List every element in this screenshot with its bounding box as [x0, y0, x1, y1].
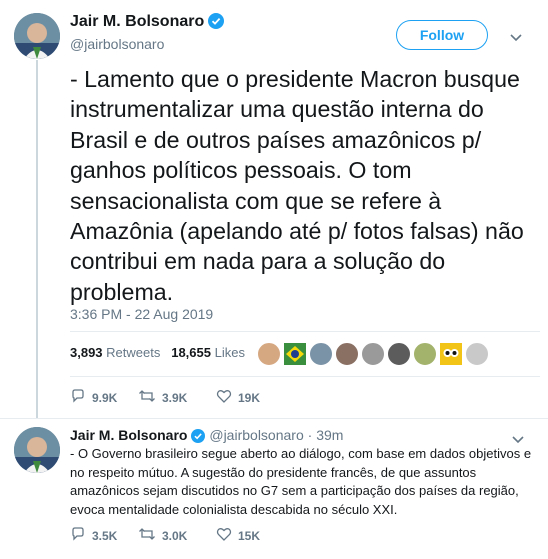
liker-avatar[interactable] — [387, 342, 411, 366]
retweet-button[interactable]: 3.0K — [138, 526, 187, 545]
heart-icon — [216, 526, 232, 545]
retweet-button[interactable]: 3.9K — [138, 388, 187, 407]
separator: · — [307, 427, 313, 443]
like-count: 19K — [238, 390, 261, 405]
like-button[interactable]: 19K — [216, 388, 260, 407]
liker-avatar[interactable] — [413, 342, 437, 366]
liker-avatar[interactable] — [361, 342, 385, 366]
author-name-text[interactable]: Jair M. Bolsonaro — [70, 13, 204, 30]
reply-count: 3.5K — [92, 528, 118, 543]
retweet-icon — [138, 526, 156, 545]
reply-author-handle[interactable]: @jairbolsonaro — [209, 427, 303, 443]
reply-count: 9.9K — [92, 390, 118, 405]
reply-button[interactable]: 3.5K — [70, 526, 117, 545]
retweet-count: 3.9K — [162, 390, 188, 405]
liker-avatar[interactable] — [335, 342, 359, 366]
like-count: 15K — [238, 528, 261, 543]
liker-avatar[interactable] — [283, 342, 307, 366]
tweet-text: - Lamento que o presidente Macron busque… — [70, 66, 524, 305]
heart-icon — [216, 388, 232, 407]
reply-author-name[interactable]: Jair M. Bolsonaro — [70, 427, 187, 443]
reply-icon — [70, 526, 86, 545]
verified-badge-icon — [208, 13, 225, 34]
tweet-stats: 3,893 Retweets 18,655 Likes — [70, 345, 245, 360]
author-name[interactable]: Jair M. Bolsonaro — [70, 13, 225, 34]
reply-time[interactable]: 39m — [316, 427, 343, 443]
retweet-icon — [138, 388, 156, 407]
likes-count[interactable]: 18,655 — [171, 345, 211, 360]
verified-badge-icon — [191, 429, 206, 446]
liker-avatar[interactable] — [257, 342, 281, 366]
likes-stat[interactable]: 18,655 Likes — [171, 345, 245, 360]
reply-avatar[interactable] — [14, 427, 60, 473]
reply-button[interactable]: 9.9K — [70, 388, 117, 407]
retweets-label[interactable]: Retweets — [106, 345, 160, 360]
author-handle[interactable]: @jairbolsonaro — [70, 36, 164, 52]
avatar[interactable] — [14, 13, 60, 59]
liker-avatar[interactable] — [309, 342, 333, 366]
follow-button[interactable]: Follow — [396, 20, 488, 50]
retweet-count: 3.0K — [162, 528, 188, 543]
likes-label[interactable]: Likes — [215, 345, 245, 360]
liker-avatar[interactable] — [439, 342, 463, 366]
liker-avatar[interactable] — [465, 342, 489, 366]
chevron-down-icon[interactable] — [510, 30, 522, 45]
retweets-count[interactable]: 3,893 — [70, 345, 103, 360]
thread-line — [36, 60, 38, 418]
divider — [70, 331, 540, 332]
reply-header: Jair M. Bolsonaro @jairbolsonaro · 39m — [70, 427, 343, 446]
divider — [0, 418, 548, 419]
divider — [70, 376, 540, 377]
reply-icon — [70, 388, 86, 407]
tweet-timestamp[interactable]: 3:36 PM - 22 Aug 2019 — [70, 306, 213, 322]
retweet-stat[interactable]: 3,893 Retweets — [70, 345, 160, 360]
like-button[interactable]: 15K — [216, 526, 260, 545]
reply-text: - O Governo brasileiro segue aberto ao d… — [70, 446, 532, 517]
